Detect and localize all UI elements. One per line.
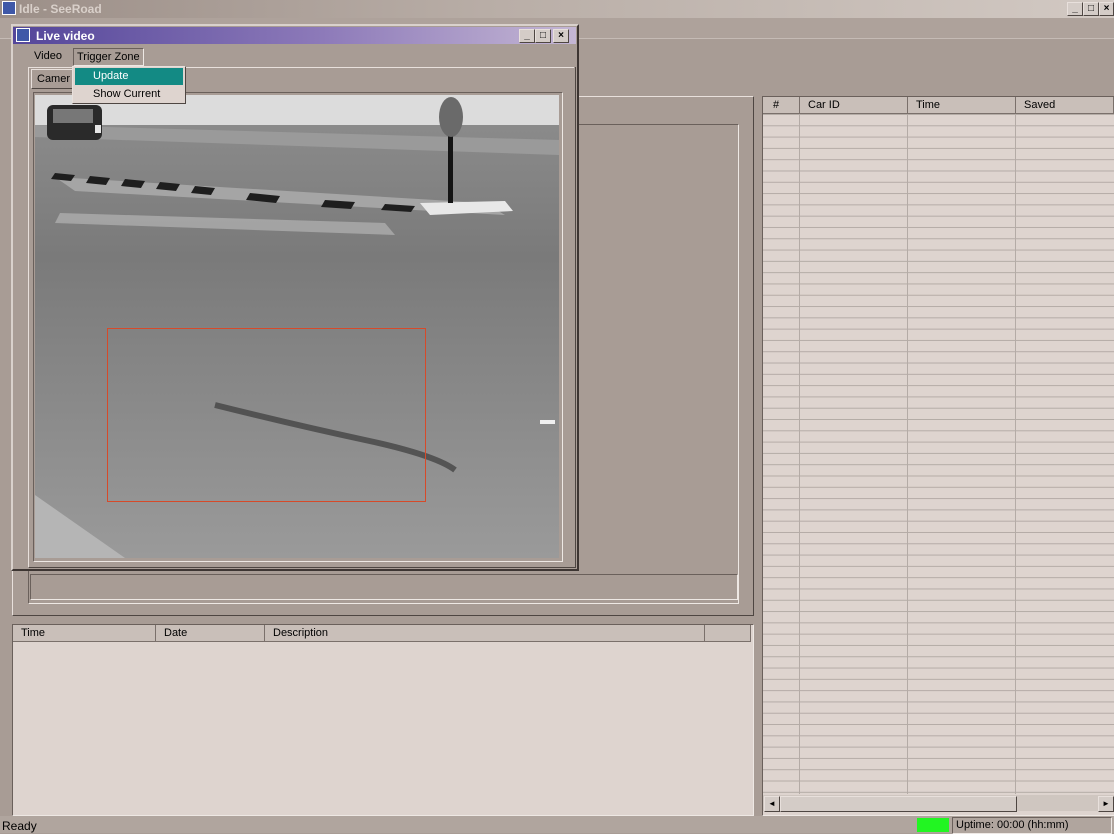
uptime-indicator (917, 818, 949, 832)
cars-col-saved[interactable]: Saved (1016, 97, 1114, 114)
menu-video[interactable]: Video (30, 48, 66, 64)
uptime-text: Uptime: 00:00 (hh:mm) (956, 819, 1069, 831)
video-info-box (30, 574, 738, 600)
menu-item-show-current[interactable]: Show Current (75, 86, 183, 103)
main-titlebar (0, 0, 1114, 18)
events-col-filler (705, 625, 751, 642)
events-col-description[interactable]: Description (265, 625, 705, 642)
app-icon (2, 1, 16, 15)
cars-col-time[interactable]: Time (908, 97, 1016, 114)
trigger-zone-dropdown: Update Show Current (72, 66, 186, 104)
camera-icon (16, 28, 30, 42)
cars-col-number[interactable]: # (763, 97, 800, 114)
cars-header: # Car ID Time Saved (763, 97, 1114, 114)
menu-item-update[interactable]: Update (75, 68, 183, 85)
cars-grid-col-line (799, 114, 800, 794)
cars-grid-col-line (907, 114, 908, 794)
close-button[interactable]: × (1099, 2, 1114, 16)
live-maximize-button[interactable]: □ (535, 29, 551, 43)
scroll-left-icon[interactable]: ◄ (764, 796, 780, 812)
live-close-button[interactable]: × (553, 29, 569, 43)
live-video-titlebar[interactable] (13, 27, 576, 44)
main-window-title: Idle - SeeRoad (19, 2, 102, 16)
events-header: Time Date Description (13, 625, 753, 642)
cars-col-car-id[interactable]: Car ID (800, 97, 908, 114)
tab-camera[interactable]: Camer (31, 69, 76, 89)
menu-trigger-zone[interactable]: Trigger Zone (73, 48, 144, 66)
scroll-right-icon[interactable]: ► (1098, 796, 1114, 812)
scroll-thumb[interactable] (780, 796, 1017, 812)
status-text: Ready (2, 819, 37, 833)
live-video-title: Live video (36, 29, 95, 43)
trigger-zone-rectangle[interactable] (107, 328, 426, 502)
events-list[interactable]: Time Date Description (12, 624, 754, 816)
events-col-date[interactable]: Date (156, 625, 265, 642)
live-minimize-button[interactable]: _ (519, 29, 535, 43)
events-col-time[interactable]: Time (13, 625, 156, 642)
cars-grid-lines (763, 114, 1114, 794)
restore-button[interactable]: □ (1083, 2, 1099, 16)
minimize-button[interactable]: _ (1067, 2, 1083, 16)
cars-grid-col-line (1015, 114, 1016, 794)
